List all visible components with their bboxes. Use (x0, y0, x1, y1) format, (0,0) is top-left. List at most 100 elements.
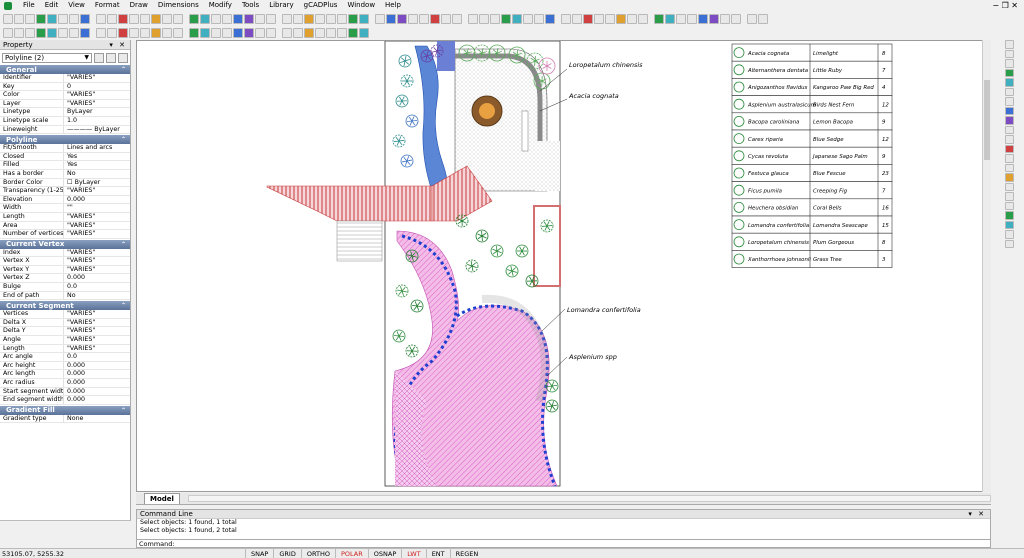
status-toggle-polar[interactable]: POLAR (334, 548, 368, 558)
toolbar-tool-icon[interactable] (151, 13, 161, 24)
property-value[interactable]: 1.0 (64, 117, 130, 125)
toolbar-tool-icon[interactable] (594, 13, 604, 24)
toolbar-tool-icon[interactable] (359, 13, 369, 24)
property-value[interactable]: 0.000 (64, 396, 130, 404)
selection-dropdown[interactable]: Polyline (2) ▼ (2, 52, 92, 63)
toolbar-tool-icon[interactable] (326, 13, 336, 24)
menu-item-dimensions[interactable]: Dimensions (153, 0, 204, 11)
toolbar-tool-icon[interactable] (326, 27, 336, 38)
status-toggle-snap[interactable]: SNAP (245, 548, 273, 558)
toolbar-tool-icon[interactable] (1004, 230, 1014, 239)
property-row[interactable]: Delta X "VARIES" (0, 318, 130, 328)
property-value[interactable]: "VARIES" (64, 336, 130, 344)
property-row[interactable]: Closed Yes (0, 152, 130, 162)
property-row[interactable]: Vertex X "VARIES" (0, 257, 130, 266)
toolbar-tool-icon[interactable] (107, 27, 117, 38)
toolbar-tool-icon[interactable] (1004, 154, 1014, 163)
toolbar-tool-icon[interactable] (1004, 173, 1014, 182)
status-toggle-regen[interactable]: REGEN (449, 548, 484, 558)
toolbar-tool-icon[interactable] (189, 27, 199, 38)
toolbar-tool-icon[interactable] (3, 27, 13, 38)
toolbar-tool-icon[interactable] (140, 27, 150, 38)
quick-select-button[interactable] (106, 52, 116, 63)
menu-item-view[interactable]: View (63, 0, 90, 11)
toolbar-tool-icon[interactable] (1004, 87, 1014, 96)
toolbar-tool-icon[interactable] (304, 27, 314, 38)
section-current-vertex[interactable]: Current Vertex ⌃ (0, 239, 130, 249)
toolbar-tool-icon[interactable] (25, 27, 35, 38)
toolbar-tool-icon[interactable] (1004, 239, 1014, 248)
toolbar-tool-icon[interactable] (173, 27, 183, 38)
toolbar-tool-icon[interactable] (266, 27, 276, 38)
property-value[interactable]: "VARIES" (64, 257, 130, 265)
property-value[interactable]: 0.000 (64, 379, 130, 387)
section-general[interactable]: General ⌃ (0, 65, 130, 74)
toolbar-tool-icon[interactable] (348, 13, 358, 24)
toolbar-tool-icon[interactable] (1004, 182, 1014, 191)
property-row[interactable]: Bulge 0.0 (0, 283, 130, 292)
toolbar-tool-icon[interactable] (36, 13, 46, 24)
toolbar-tool-icon[interactable] (189, 13, 199, 24)
toolbar-tool-icon[interactable] (359, 27, 369, 38)
section-polyline[interactable]: Polyline ⌃ (0, 135, 130, 145)
property-value[interactable]: Yes (64, 161, 130, 169)
property-row[interactable]: Area "VARIES" (0, 221, 130, 231)
toolbar-tool-icon[interactable] (430, 13, 440, 24)
scroll-thumb[interactable] (984, 80, 990, 160)
property-value[interactable]: Yes (64, 153, 130, 161)
status-toggle-ortho[interactable]: ORTHO (300, 548, 335, 558)
toolbar-tool-icon[interactable] (348, 27, 358, 38)
toolbar-tool-icon[interactable] (47, 27, 57, 38)
toolbar-tool-icon[interactable] (58, 27, 68, 38)
property-value[interactable]: "VARIES" (64, 345, 130, 353)
toolbar-tool-icon[interactable] (233, 27, 243, 38)
property-value[interactable]: "VARIES" (64, 327, 130, 335)
toolbar-tool-icon[interactable] (731, 13, 741, 24)
toolbar-tool-icon[interactable] (441, 13, 451, 24)
property-row[interactable]: End of path No (0, 291, 130, 301)
toolbar-tool-icon[interactable] (222, 13, 232, 24)
property-value[interactable]: "VARIES" (64, 230, 130, 238)
property-row[interactable]: Transparency (1-255) "VARIES" (0, 187, 130, 196)
property-row[interactable]: Filled Yes (0, 161, 130, 170)
toolbar-tool-icon[interactable] (1004, 78, 1014, 87)
status-toggle-lwt[interactable]: LWT (401, 548, 425, 558)
toolbar-tool-icon[interactable] (523, 13, 533, 24)
property-value[interactable]: "VARIES" (64, 310, 130, 318)
property-value[interactable]: 0 (64, 83, 130, 91)
select-objects-button[interactable] (94, 52, 104, 63)
toolbar-tool-icon[interactable] (501, 13, 511, 24)
property-value[interactable]: No (64, 292, 130, 300)
drawing-canvas[interactable]: Loropetalum chinensis Acacia cognata Lom… (136, 40, 991, 492)
toolbar-tool-icon[interactable] (1004, 135, 1014, 144)
menu-item-tools[interactable]: Tools (237, 0, 264, 11)
property-row[interactable]: Color "VARIES" (0, 91, 130, 100)
property-value[interactable]: 0.000 (64, 274, 130, 282)
menu-item-edit[interactable]: Edit (40, 0, 64, 11)
toolbar-tool-icon[interactable] (293, 13, 303, 24)
toolbar-tool-icon[interactable] (561, 13, 571, 24)
property-value[interactable]: 0.0 (64, 283, 130, 291)
toolbar-tool-icon[interactable] (1004, 192, 1014, 201)
property-row[interactable]: Arc angle 0.0 (0, 353, 130, 362)
toolbar-tool-icon[interactable] (80, 13, 90, 24)
menu-item-gcadplus[interactable]: gCADPlus (299, 0, 343, 11)
property-value[interactable]: ———— ByLayer (64, 126, 130, 134)
section-gradient-fill[interactable]: Gradient Fill ⌃ (0, 405, 130, 415)
property-value[interactable]: "VARIES" (64, 213, 130, 221)
toolbar-tool-icon[interactable] (545, 13, 555, 24)
toolbar-tool-icon[interactable] (118, 27, 128, 38)
property-row[interactable]: Border Color ☐ ByLayer (0, 178, 130, 188)
toolbar-tool-icon[interactable] (96, 13, 106, 24)
toolbar-tool-icon[interactable] (583, 13, 593, 24)
toolbar-tool-icon[interactable] (14, 13, 24, 24)
toolbar-tool-icon[interactable] (58, 13, 68, 24)
toolbar-tool-icon[interactable] (375, 13, 385, 24)
toolbar-tool-icon[interactable] (107, 13, 117, 24)
toolbar-tool-icon[interactable] (1004, 59, 1014, 68)
toolbar-tool-icon[interactable] (572, 13, 582, 24)
toolbar-tool-icon[interactable] (534, 13, 544, 24)
property-row[interactable]: Elevation 0.000 (0, 195, 130, 205)
toolbar-tool-icon[interactable] (151, 27, 161, 38)
property-value[interactable]: "VARIES" (64, 249, 130, 257)
